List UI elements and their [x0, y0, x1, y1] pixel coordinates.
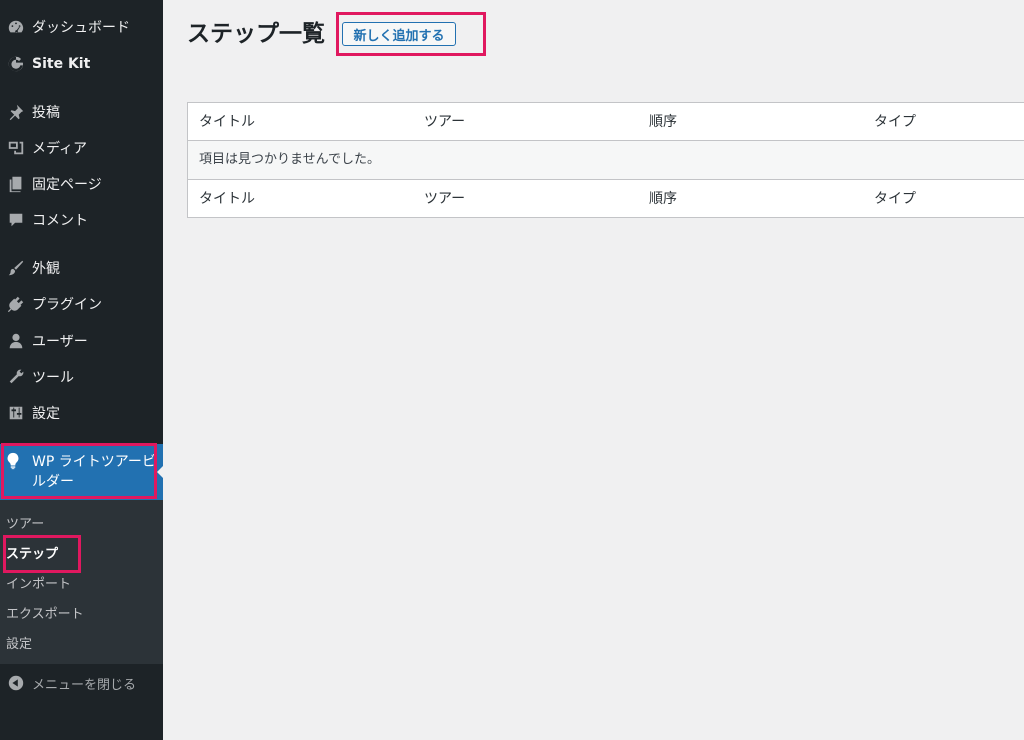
- menu-item-label: 外観: [32, 261, 60, 277]
- menu-item-label: メディア: [32, 141, 88, 157]
- menu-item-wp-light-tour-builder[interactable]: WP ライトツアービルダー: [0, 444, 163, 500]
- table-row-empty: 項目は見つかりませんでした。: [188, 141, 1024, 179]
- empty-message: 項目は見つかりませんでした。: [199, 152, 380, 167]
- user-icon: [4, 329, 28, 353]
- pin-icon: [4, 100, 28, 124]
- menu-item-site-kit[interactable]: Site Kit: [0, 47, 163, 81]
- submenu-item-settings[interactable]: 設定: [6, 633, 32, 652]
- dashboard-icon: [4, 15, 28, 39]
- column-header-type[interactable]: タイプ: [874, 103, 916, 141]
- collapse-menu-button[interactable]: メニューを閉じる: [0, 666, 163, 700]
- column-footer-title[interactable]: タイトル: [199, 180, 255, 218]
- submenu-item-tours[interactable]: ツアー: [6, 513, 44, 532]
- column-header-tour[interactable]: ツアー: [424, 103, 465, 141]
- menu-item-label: 設定: [32, 406, 60, 422]
- brush-icon: [4, 256, 28, 280]
- settings-icon: [4, 401, 28, 425]
- google-icon: [4, 52, 28, 76]
- menu-item-label: ツール: [32, 370, 74, 386]
- menu-item-label: WP ライトツアービルダー: [32, 454, 156, 490]
- comment-icon: [4, 208, 28, 232]
- menu-item-label: プラグイン: [32, 297, 102, 313]
- table-header-row: タイトル ツアー 順序 タイプ: [188, 103, 1024, 141]
- menu-item-label: 投稿: [32, 105, 60, 121]
- menu-item-label: コメント: [32, 213, 88, 229]
- submenu: ツアー ステップ インポート エクスポート 設定: [0, 500, 163, 664]
- steps-table: タイトル ツアー 順序 タイプ 項目は見つかりませんでした。 タイトル ツアー …: [187, 102, 1024, 218]
- menu-item-pages[interactable]: 固定ページ: [0, 167, 163, 201]
- page-title: ステップ一覧: [187, 21, 325, 47]
- lightbulb-icon: [4, 452, 24, 472]
- column-footer-type[interactable]: タイプ: [874, 180, 916, 218]
- submenu-item-steps[interactable]: ステップ: [6, 543, 58, 562]
- active-menu-arrow: [157, 464, 165, 480]
- menu-item-appearance[interactable]: 外観: [0, 251, 163, 285]
- media-icon: [4, 136, 28, 160]
- column-header-title[interactable]: タイトル: [199, 103, 255, 141]
- plugin-icon: [4, 292, 28, 316]
- menu-item-media[interactable]: メディア: [0, 131, 163, 165]
- column-footer-order[interactable]: 順序: [649, 180, 677, 218]
- menu-item-label: Site Kit: [32, 56, 91, 72]
- menu-item-comments[interactable]: コメント: [0, 203, 163, 237]
- collapse-menu-label: メニューを閉じる: [32, 677, 137, 693]
- admin-sidebar: ダッシュボード Site Kit 投稿 メディア 固定ページ コメント 外観 プ…: [0, 0, 165, 740]
- wrench-icon: [4, 365, 28, 389]
- menu-item-tools[interactable]: ツール: [0, 360, 163, 394]
- add-new-button[interactable]: 新しく追加する: [342, 22, 456, 46]
- column-footer-tour[interactable]: ツアー: [424, 180, 465, 218]
- menu-item-plugins[interactable]: プラグイン: [0, 287, 163, 321]
- menu-item-dashboard[interactable]: ダッシュボード: [0, 10, 163, 44]
- submenu-item-import[interactable]: インポート: [6, 573, 71, 592]
- collapse-arrow-icon: [4, 671, 28, 695]
- menu-item-label: ユーザー: [32, 334, 88, 350]
- menu-item-users[interactable]: ユーザー: [0, 324, 163, 358]
- pages-icon: [4, 172, 28, 196]
- menu-item-label: 固定ページ: [32, 177, 102, 193]
- menu-item-settings[interactable]: 設定: [0, 396, 163, 430]
- column-header-order[interactable]: 順序: [649, 103, 677, 141]
- menu-item-label: ダッシュボード: [32, 20, 130, 36]
- submenu-item-export[interactable]: エクスポート: [6, 603, 84, 622]
- table-footer-row: タイトル ツアー 順序 タイプ: [188, 179, 1024, 217]
- menu-item-posts[interactable]: 投稿: [0, 95, 163, 129]
